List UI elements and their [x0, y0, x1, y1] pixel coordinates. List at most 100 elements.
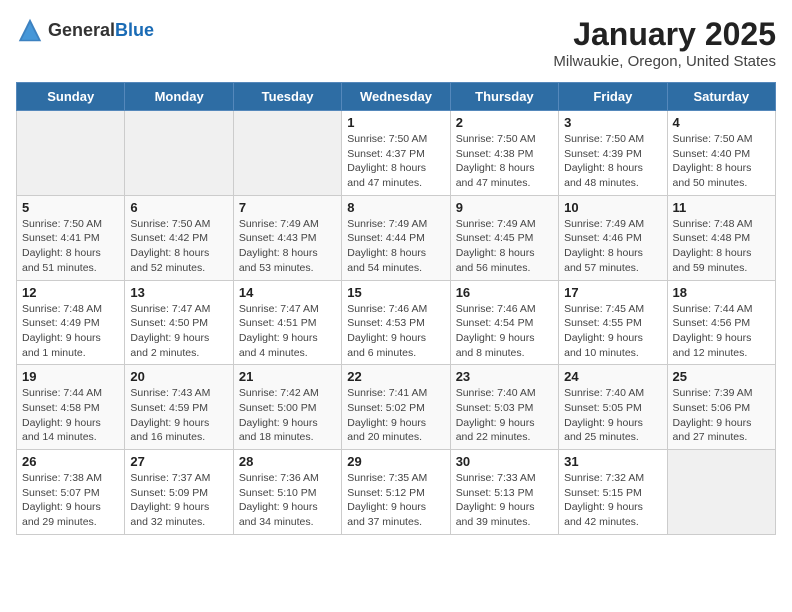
weekday-header-monday: Monday — [125, 83, 233, 111]
day-info: Sunrise: 7:50 AM Sunset: 4:41 PM Dayligh… — [22, 217, 119, 276]
calendar-cell: 29 Sunrise: 7:35 AM Sunset: 5:12 PM Dayli… — [342, 450, 450, 535]
day-number: 6 — [130, 200, 227, 215]
calendar-cell: 3Sunrise: 7:50 AM Sunset: 4:39 PM Daylig… — [559, 111, 667, 196]
day-info: Sunrise: 7:46 AM Sunset: 4:54 PM Dayligh… — [456, 302, 553, 361]
calendar-cell: 20Sunrise: 7:43 AM Sunset: 4:59 PM Dayli… — [125, 365, 233, 450]
day-info: Sunrise: 7:42 AM Sunset: 5:00 PM Dayligh… — [239, 386, 336, 445]
day-number: 24 — [564, 369, 661, 384]
day-number: 11 — [673, 200, 770, 215]
page-header: GeneralBlue January 2025 Milwaukie, Oreg… — [16, 16, 776, 70]
day-info: Sunrise: 7:41 AM Sunset: 5:02 PM Dayligh… — [347, 386, 444, 445]
day-number: 4 — [673, 115, 770, 130]
calendar-cell: 9 Sunrise: 7:49 AM Sunset: 4:45 PM Daylig… — [450, 195, 558, 280]
day-number: 28 — [239, 454, 336, 469]
day-info: Sunrise: 7:35 AM Sunset: 5:12 PM Dayligh… — [347, 471, 444, 530]
day-info: Sunrise: 7:44 AM Sunset: 4:58 PM Dayligh… — [22, 386, 119, 445]
calendar-cell: 26Sunrise: 7:38 AM Sunset: 5:07 PM Dayli… — [17, 450, 125, 535]
title-block: January 2025 Milwaukie, Oregon, United S… — [553, 16, 776, 70]
day-number: 3 — [564, 115, 661, 130]
calendar-week-row: 26Sunrise: 7:38 AM Sunset: 5:07 PM Dayli… — [17, 450, 776, 535]
calendar-cell: 15 Sunrise: 7:46 AM Sunset: 4:53 PM Dayli… — [342, 280, 450, 365]
calendar-week-row: 19 Sunrise: 7:44 AM Sunset: 4:58 PM Dayli… — [17, 365, 776, 450]
calendar-cell — [667, 450, 775, 535]
day-info: Sunrise: 7:50 AM Sunset: 4:37 PM Dayligh… — [347, 132, 444, 191]
calendar-cell: 23Sunrise: 7:40 AM Sunset: 5:03 PM Dayli… — [450, 365, 558, 450]
calendar-cell: 28 Sunrise: 7:36 AM Sunset: 5:10 PM Dayli… — [233, 450, 341, 535]
calendar-cell: 19 Sunrise: 7:44 AM Sunset: 4:58 PM Dayli… — [17, 365, 125, 450]
calendar-week-row: 1 Sunrise: 7:50 AM Sunset: 4:37 PM Daylig… — [17, 111, 776, 196]
weekday-header-saturday: Saturday — [667, 83, 775, 111]
weekday-header-sunday: Sunday — [17, 83, 125, 111]
day-info: Sunrise: 7:36 AM Sunset: 5:10 PM Dayligh… — [239, 471, 336, 530]
day-number: 17 — [564, 285, 661, 300]
day-number: 22 — [347, 369, 444, 384]
day-info: Sunrise: 7:39 AM Sunset: 5:06 PM Dayligh… — [673, 386, 770, 445]
day-info: Sunrise: 7:48 AM Sunset: 4:49 PM Dayligh… — [22, 302, 119, 361]
day-info: Sunrise: 7:43 AM Sunset: 4:59 PM Dayligh… — [130, 386, 227, 445]
day-info: Sunrise: 7:48 AM Sunset: 4:48 PM Dayligh… — [673, 217, 770, 276]
day-info: Sunrise: 7:50 AM Sunset: 4:40 PM Dayligh… — [673, 132, 770, 191]
day-info: Sunrise: 7:32 AM Sunset: 5:15 PM Dayligh… — [564, 471, 661, 530]
day-number: 15 — [347, 285, 444, 300]
day-number: 30 — [456, 454, 553, 469]
calendar-cell: 11 Sunrise: 7:48 AM Sunset: 4:48 PM Dayli… — [667, 195, 775, 280]
day-number: 1 — [347, 115, 444, 130]
day-info: Sunrise: 7:44 AM Sunset: 4:56 PM Dayligh… — [673, 302, 770, 361]
day-number: 12 — [22, 285, 119, 300]
day-info: Sunrise: 7:49 AM Sunset: 4:43 PM Dayligh… — [239, 217, 336, 276]
day-number: 21 — [239, 369, 336, 384]
calendar-cell: 12 Sunrise: 7:48 AM Sunset: 4:49 PM Dayli… — [17, 280, 125, 365]
day-number: 27 — [130, 454, 227, 469]
calendar-week-row: 5 Sunrise: 7:50 AM Sunset: 4:41 PM Daylig… — [17, 195, 776, 280]
day-info: Sunrise: 7:50 AM Sunset: 4:38 PM Dayligh… — [456, 132, 553, 191]
day-info: Sunrise: 7:37 AM Sunset: 5:09 PM Dayligh… — [130, 471, 227, 530]
calendar-cell: 4 Sunrise: 7:50 AM Sunset: 4:40 PM Daylig… — [667, 111, 775, 196]
day-number: 10 — [564, 200, 661, 215]
day-number: 23 — [456, 369, 553, 384]
day-number: 8 — [347, 200, 444, 215]
day-info: Sunrise: 7:46 AM Sunset: 4:53 PM Dayligh… — [347, 302, 444, 361]
month-title: January 2025 — [553, 16, 776, 53]
day-number: 9 — [456, 200, 553, 215]
weekday-header-friday: Friday — [559, 83, 667, 111]
day-number: 31 — [564, 454, 661, 469]
logo-icon — [16, 16, 44, 44]
day-info: Sunrise: 7:33 AM Sunset: 5:13 PM Dayligh… — [456, 471, 553, 530]
calendar-cell: 22 Sunrise: 7:41 AM Sunset: 5:02 PM Dayli… — [342, 365, 450, 450]
day-number: 16 — [456, 285, 553, 300]
calendar-cell: 25Sunrise: 7:39 AM Sunset: 5:06 PM Dayli… — [667, 365, 775, 450]
calendar-cell: 13 Sunrise: 7:47 AM Sunset: 4:50 PM Dayli… — [125, 280, 233, 365]
day-info: Sunrise: 7:40 AM Sunset: 5:05 PM Dayligh… — [564, 386, 661, 445]
calendar-cell — [233, 111, 341, 196]
calendar-cell: 14Sunrise: 7:47 AM Sunset: 4:51 PM Dayli… — [233, 280, 341, 365]
calendar-cell: 1 Sunrise: 7:50 AM Sunset: 4:37 PM Daylig… — [342, 111, 450, 196]
calendar-cell: 2 Sunrise: 7:50 AM Sunset: 4:38 PM Daylig… — [450, 111, 558, 196]
day-number: 19 — [22, 369, 119, 384]
logo-text-general: General — [48, 20, 115, 40]
calendar-table: SundayMondayTuesdayWednesdayThursdayFrid… — [16, 82, 776, 535]
calendar-cell: 6Sunrise: 7:50 AM Sunset: 4:42 PM Daylig… — [125, 195, 233, 280]
day-info: Sunrise: 7:47 AM Sunset: 4:51 PM Dayligh… — [239, 302, 336, 361]
day-number: 18 — [673, 285, 770, 300]
weekday-header-thursday: Thursday — [450, 83, 558, 111]
calendar-cell: 30 Sunrise: 7:33 AM Sunset: 5:13 PM Dayli… — [450, 450, 558, 535]
day-number: 2 — [456, 115, 553, 130]
calendar-cell: 5 Sunrise: 7:50 AM Sunset: 4:41 PM Daylig… — [17, 195, 125, 280]
day-info: Sunrise: 7:47 AM Sunset: 4:50 PM Dayligh… — [130, 302, 227, 361]
calendar-cell: 21 Sunrise: 7:42 AM Sunset: 5:00 PM Dayli… — [233, 365, 341, 450]
calendar-cell — [125, 111, 233, 196]
location-title: Milwaukie, Oregon, United States — [553, 53, 776, 70]
calendar-cell: 18 Sunrise: 7:44 AM Sunset: 4:56 PM Dayli… — [667, 280, 775, 365]
day-number: 5 — [22, 200, 119, 215]
weekday-header-tuesday: Tuesday — [233, 83, 341, 111]
weekday-header-wednesday: Wednesday — [342, 83, 450, 111]
day-number: 29 — [347, 454, 444, 469]
day-info: Sunrise: 7:49 AM Sunset: 4:46 PM Dayligh… — [564, 217, 661, 276]
calendar-cell: 31 Sunrise: 7:32 AM Sunset: 5:15 PM Dayli… — [559, 450, 667, 535]
day-info: Sunrise: 7:49 AM Sunset: 4:44 PM Dayligh… — [347, 217, 444, 276]
logo: GeneralBlue — [16, 16, 154, 44]
calendar-cell: 7 Sunrise: 7:49 AM Sunset: 4:43 PM Daylig… — [233, 195, 341, 280]
day-number: 7 — [239, 200, 336, 215]
day-number: 13 — [130, 285, 227, 300]
day-info: Sunrise: 7:49 AM Sunset: 4:45 PM Dayligh… — [456, 217, 553, 276]
